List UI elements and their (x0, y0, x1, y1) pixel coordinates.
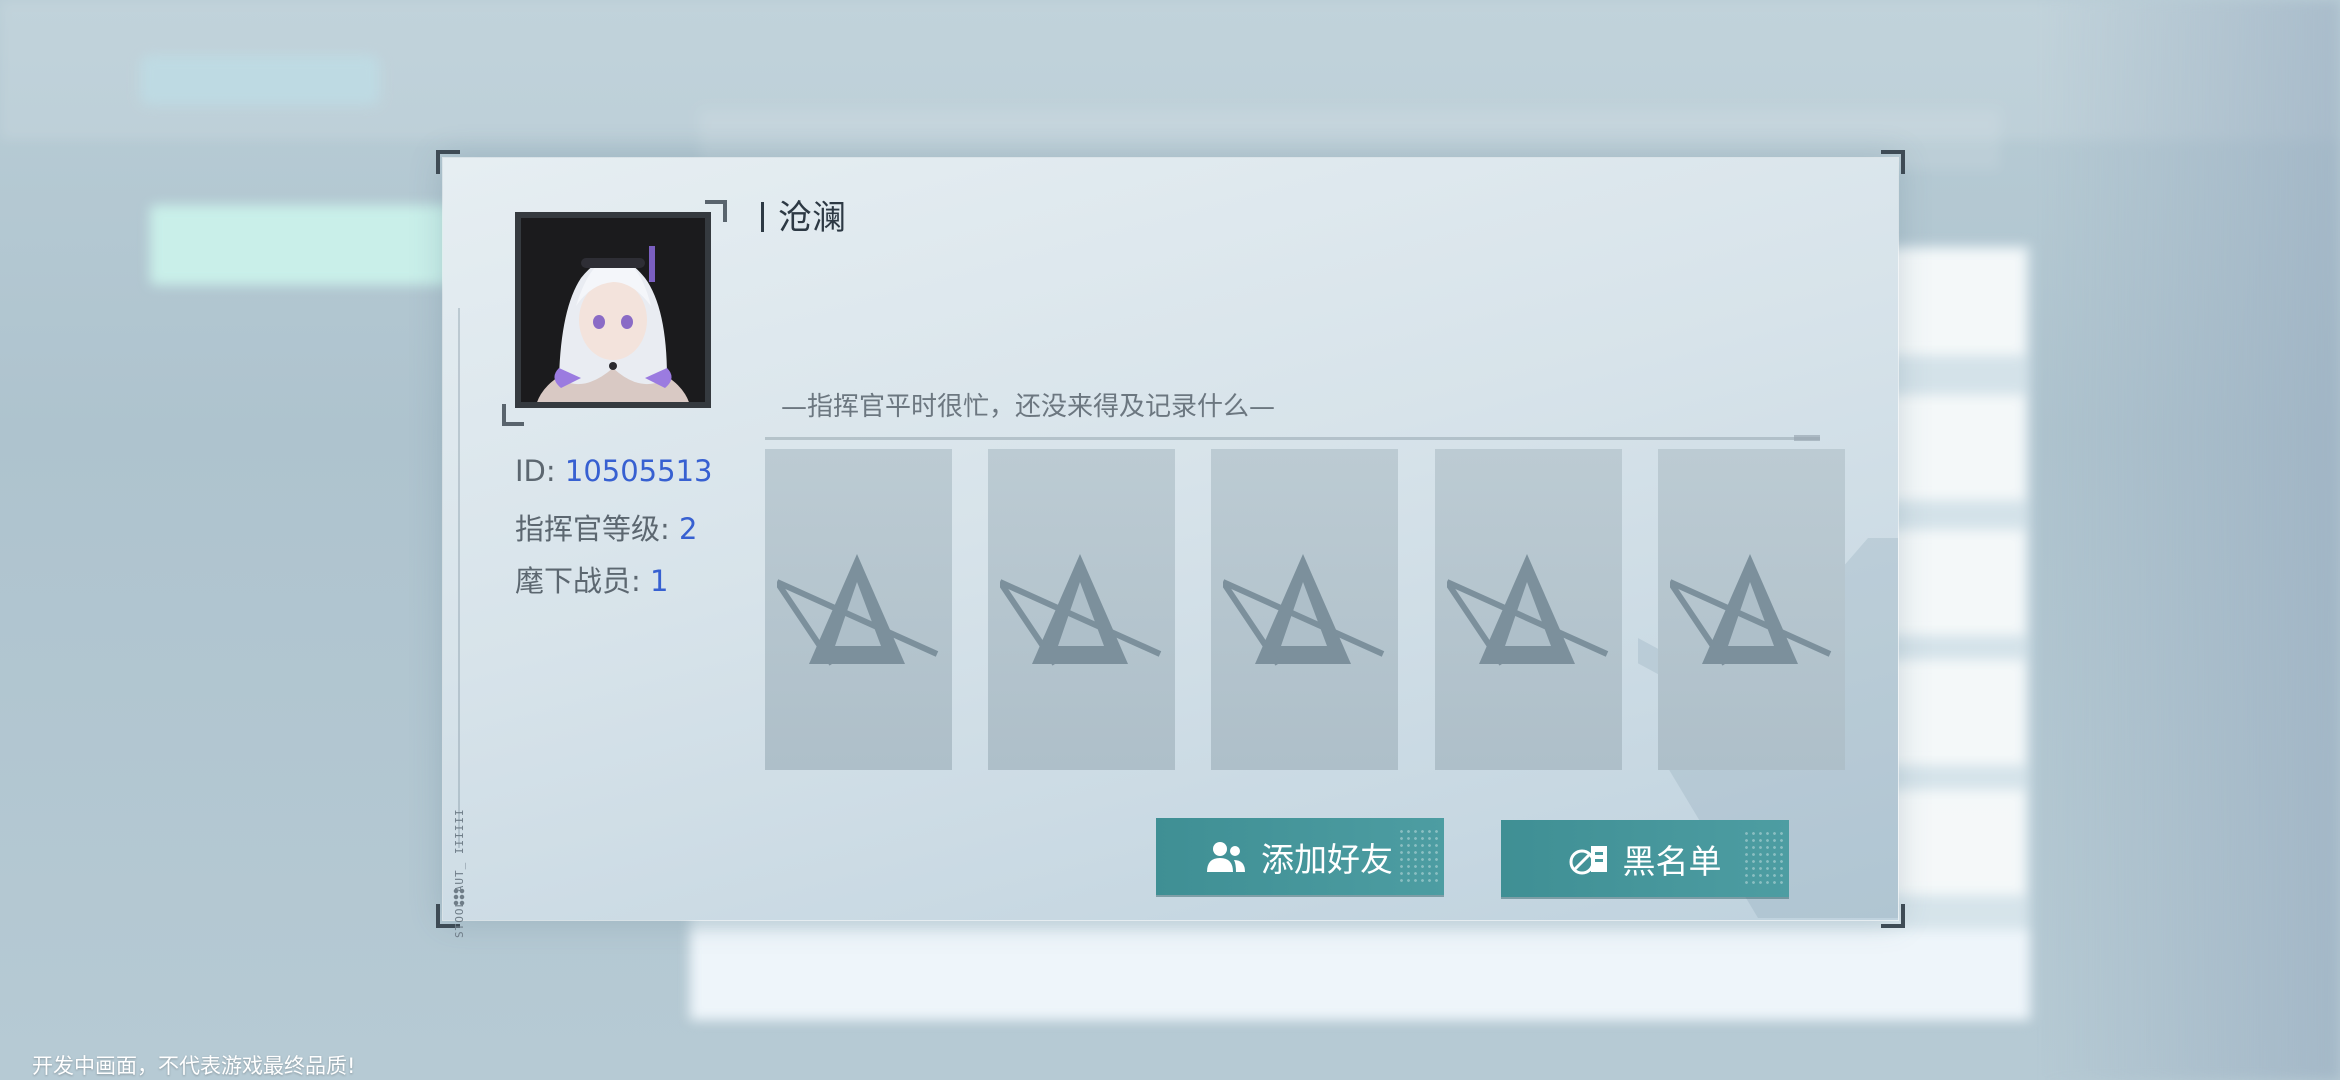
player-name: 沧澜 (761, 190, 846, 239)
blacklist-button[interactable]: 黑名单 (1501, 820, 1789, 897)
character-portrait-icon (521, 218, 705, 402)
background-list-row (690, 930, 2030, 1020)
player-id-label: ID: (515, 454, 556, 488)
emblem-placeholder-icon (777, 554, 939, 666)
background-right-glow (2040, 0, 2340, 1080)
frame-left-rule (458, 308, 460, 848)
add-friend-icon (1207, 840, 1247, 874)
emblem-placeholder-icon (1000, 554, 1162, 666)
player-name-text: 沧澜 (778, 198, 846, 238)
showcase-slot[interactable] (765, 449, 952, 770)
showcase-slot[interactable] (988, 449, 1175, 770)
avatar-corner (705, 200, 727, 222)
add-friend-label: 添加好友 (1261, 839, 1393, 879)
player-profile-dialog: STOOL AUT_ IIIIII 沧澜 ID: 10505513 指挥官等级:… (436, 150, 1905, 938)
member-count-value: 1 (650, 564, 669, 598)
frame-corner (436, 150, 460, 174)
background-back-button (140, 55, 380, 105)
commander-level: 指挥官等级: 2 (515, 506, 697, 548)
frame-corner (1881, 150, 1905, 174)
player-id-value: 10505513 (564, 454, 713, 488)
showcase-slot[interactable] (1211, 449, 1398, 770)
emblem-placeholder-icon (1223, 554, 1385, 666)
development-notice: 开发中画面，不代表游戏最终品质! (32, 1054, 356, 1078)
avatar-portrait (521, 218, 705, 402)
name-bar (761, 202, 764, 232)
commander-level-value: 2 (679, 512, 698, 546)
showcase-slot[interactable] (1435, 449, 1622, 770)
motto-divider (765, 435, 1820, 441)
member-count-label: 麾下战员: (515, 564, 641, 598)
blacklist-icon (1569, 842, 1609, 876)
background-left-button (150, 205, 450, 285)
commander-level-label: 指挥官等级: (515, 512, 670, 546)
emblem-placeholder-icon (1670, 554, 1832, 666)
add-friend-button[interactable]: 添加好友 (1156, 818, 1444, 895)
blacklist-label: 黑名单 (1622, 841, 1722, 881)
avatar[interactable] (515, 212, 711, 408)
showcase-slot[interactable] (1658, 449, 1845, 770)
member-count: 麾下战员: 1 (515, 558, 668, 600)
emblem-placeholder-icon (1447, 554, 1609, 666)
avatar-corner (502, 404, 524, 426)
player-motto: —指挥官平时很忙，还没来得及记录什么— (781, 392, 1276, 422)
player-id: ID: 10505513 (515, 454, 712, 488)
vertical-tag: STOOL AUT_ IIIIII (453, 808, 466, 938)
grip-dots-icon (453, 888, 465, 906)
